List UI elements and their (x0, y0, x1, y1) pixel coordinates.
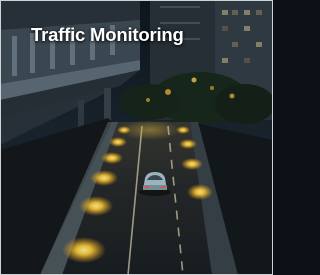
traffic-monitoring-card[interactable]: Traffic Monitoring (0, 0, 273, 275)
card-title: Traffic Monitoring (31, 24, 184, 45)
